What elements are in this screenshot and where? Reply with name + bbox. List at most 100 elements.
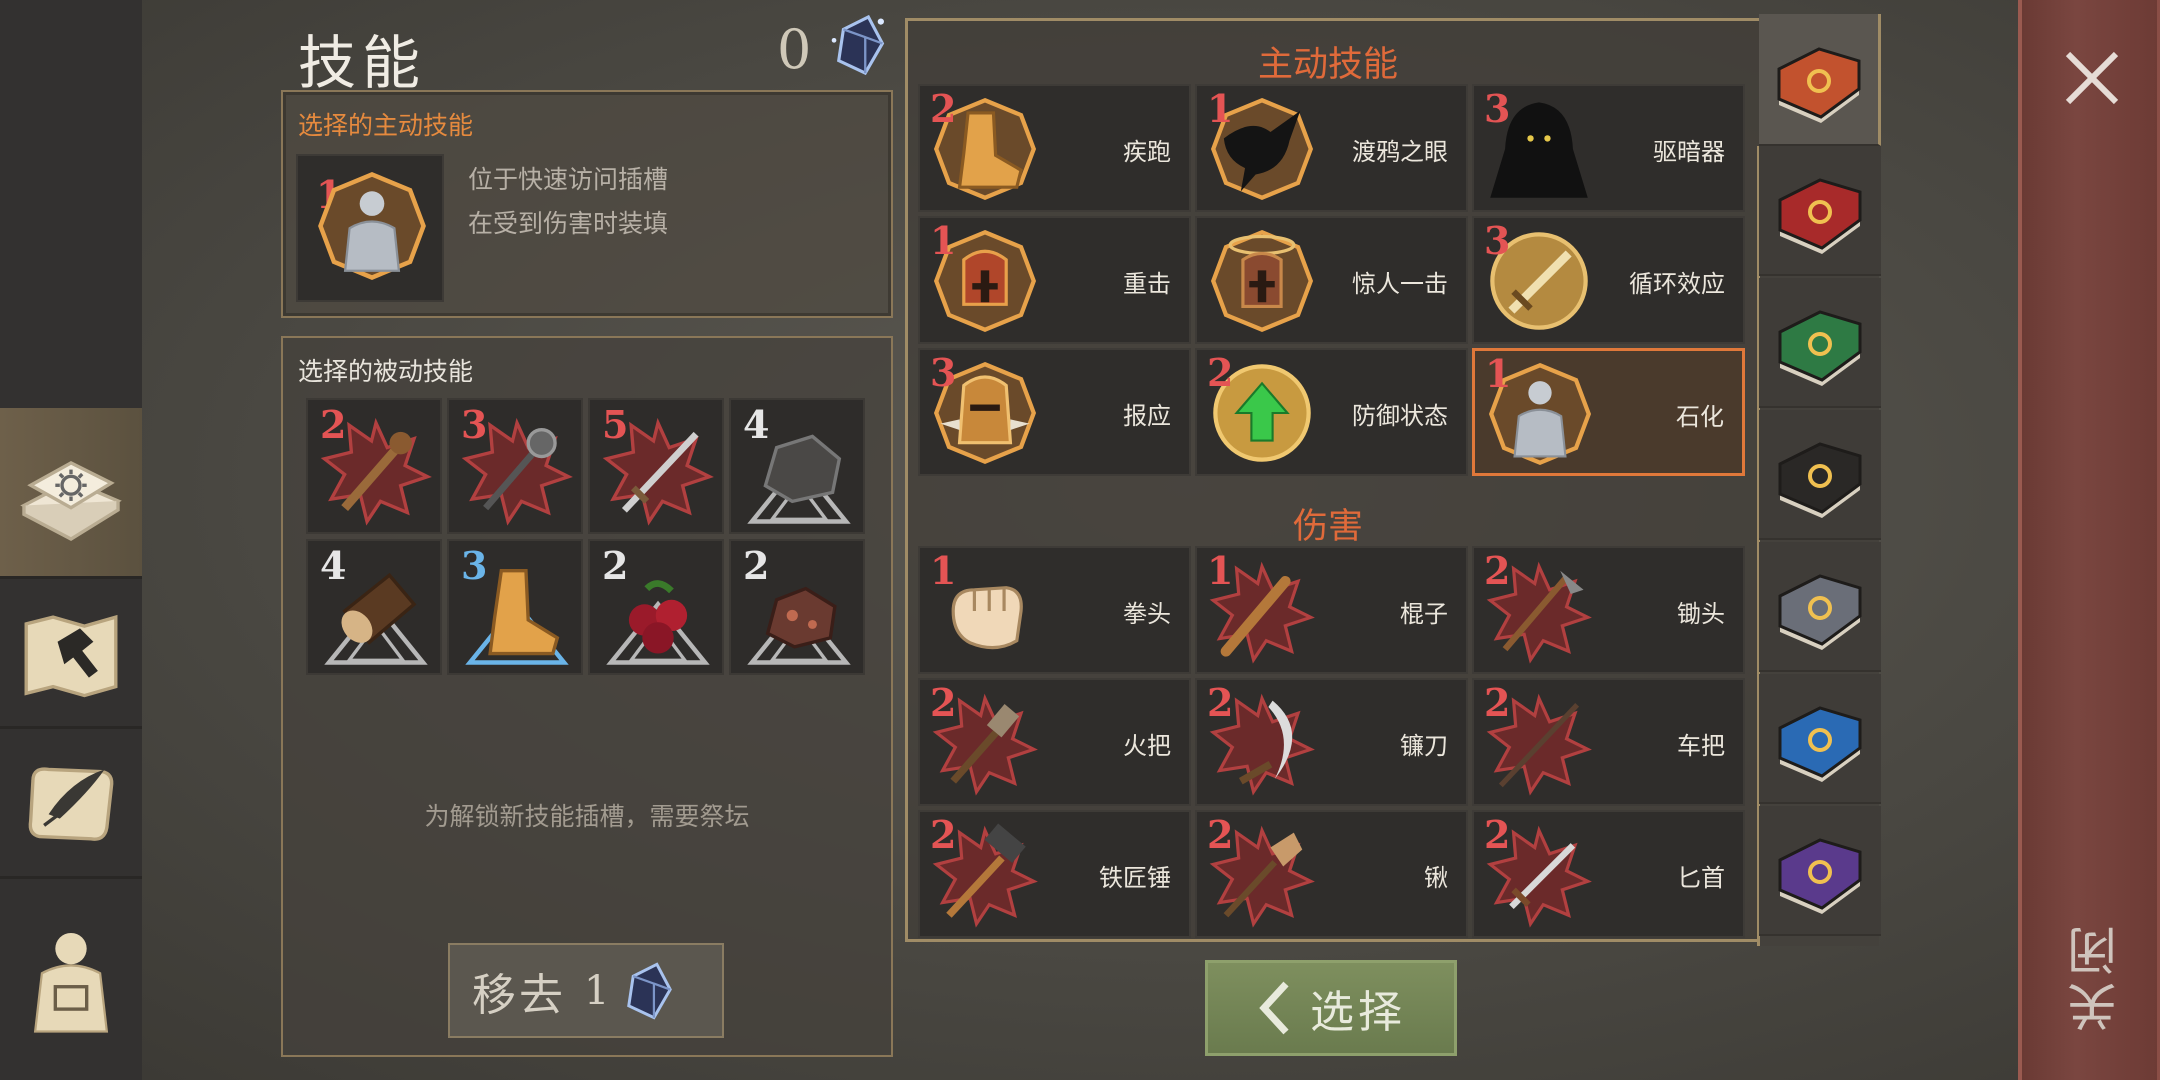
quests-tab[interactable] bbox=[0, 726, 142, 876]
skill-level: 2 bbox=[1207, 812, 1234, 857]
skill-level: 3 bbox=[461, 402, 488, 447]
passive-skill-slot[interactable]: 3 bbox=[447, 539, 583, 675]
skill-card[interactable]: 1 拳头 bbox=[918, 546, 1191, 674]
skill-card[interactable]: 3 报应 bbox=[918, 348, 1191, 476]
skill-level: 1 bbox=[1207, 548, 1234, 593]
skill-level: 2 bbox=[930, 86, 957, 131]
chevron-left-icon bbox=[1259, 981, 1289, 1035]
skill-card[interactable]: 2 锄头 bbox=[1472, 546, 1745, 674]
skill-card[interactable]: 2 疾跑 bbox=[918, 84, 1191, 212]
skill-level: 3 bbox=[930, 350, 957, 395]
skill-name: 防御状态 bbox=[1352, 402, 1448, 430]
helmet-halo-icon bbox=[1210, 229, 1314, 333]
skill-card[interactable]: 2锹 bbox=[1195, 810, 1468, 938]
skill-book-tab[interactable] bbox=[1759, 278, 1881, 408]
skill-card[interactable]: 2 防御状态 bbox=[1195, 348, 1468, 476]
skill-level: 2 bbox=[1484, 680, 1511, 725]
skill-card[interactable]: 2 镰刀 bbox=[1195, 678, 1468, 806]
skill-card[interactable]: 1 渡鸦之眼 bbox=[1195, 84, 1468, 212]
skill-level: 1 bbox=[1485, 351, 1512, 396]
skill-level: 2 bbox=[930, 680, 957, 725]
mask-book-black-icon bbox=[1778, 442, 1862, 518]
close-label[interactable]: 关闭 bbox=[2060, 920, 2125, 1032]
damage-skills-grid: 1 拳头 1 棍子 2 锄头 2 火把 2 镰刀 2 车把 2 铁匠锤 2 锹 2 匕首 bbox=[918, 546, 1745, 938]
skill-card[interactable]: 1 重击 bbox=[918, 216, 1191, 344]
remove-cost: 1 bbox=[584, 967, 610, 1014]
left-tab-spacer bbox=[0, 0, 142, 408]
skill-card[interactable]: 2 铁匠锤 bbox=[918, 810, 1191, 938]
close-icon[interactable] bbox=[2054, 40, 2130, 116]
scroll-quill-icon bbox=[28, 766, 114, 841]
skill-book-tab[interactable] bbox=[1759, 146, 1881, 276]
petrify-stone-figure-icon bbox=[318, 172, 426, 280]
skill-level: 4 bbox=[743, 402, 770, 447]
skill-level: 2 bbox=[743, 543, 770, 588]
skill-card[interactable]: 2 匕首 bbox=[1472, 810, 1745, 938]
sun-book-orange-icon bbox=[1777, 47, 1860, 123]
skill-name: 拳头 bbox=[1123, 600, 1171, 628]
skill-card[interactable]: 2 车把 bbox=[1472, 678, 1745, 806]
active-skills-title: 主动技能 bbox=[1257, 45, 1398, 85]
hammer-map-icon bbox=[24, 614, 118, 697]
passive-skill-slot[interactable]: 5 bbox=[588, 398, 724, 534]
skill-card[interactable]: 2 火把 bbox=[918, 678, 1191, 806]
selected-active-label: 选择的主动技能 bbox=[298, 111, 474, 140]
skill-level: 2 bbox=[602, 543, 629, 588]
skill-level: 1 bbox=[930, 548, 957, 593]
skill-card[interactable]: 1 石化 bbox=[1472, 348, 1745, 476]
passive-skill-slot[interactable]: 4 bbox=[306, 539, 442, 675]
skill-level: 2 bbox=[1484, 548, 1511, 593]
skill-name: 循环效应 bbox=[1629, 270, 1725, 298]
shield-book-blue-icon bbox=[1778, 706, 1862, 782]
cross-book-green-icon bbox=[1778, 310, 1862, 386]
close-column[interactable] bbox=[2018, 0, 2160, 1080]
page-title: 技能 bbox=[298, 29, 427, 97]
active-skill-slot[interactable]: 1 bbox=[296, 154, 444, 302]
skill-name: 棍子 bbox=[1400, 600, 1448, 628]
skill-book-tab[interactable] bbox=[1759, 14, 1881, 146]
active-desc-line2: 在受到伤害时装填 bbox=[468, 209, 669, 238]
damage-title: 伤害 bbox=[1292, 507, 1363, 547]
equipment-tab[interactable] bbox=[0, 876, 142, 1080]
skill-name: 渡鸦之眼 bbox=[1352, 138, 1448, 166]
skill-name: 铁匠锤 bbox=[1099, 864, 1171, 892]
skill-name: 驱暗器 bbox=[1653, 138, 1725, 166]
skill-name: 重击 bbox=[1123, 270, 1171, 298]
select-button[interactable]: 选择 bbox=[1205, 960, 1457, 1056]
passive-skill-slot[interactable]: 2 bbox=[306, 398, 442, 534]
skill-book-tab[interactable] bbox=[1759, 410, 1881, 540]
crafting-tab[interactable] bbox=[0, 576, 142, 726]
skill-name: 石化 bbox=[1676, 403, 1724, 431]
skills-book-tab[interactable] bbox=[0, 408, 142, 576]
skill-level: 3 bbox=[1484, 218, 1511, 263]
skill-card[interactable]: 惊人一击 bbox=[1195, 216, 1468, 344]
passive-skill-slot[interactable]: 2 bbox=[588, 539, 724, 675]
dagger-book-red-icon bbox=[1778, 178, 1862, 254]
skill-level: 1 bbox=[1207, 86, 1234, 131]
skill-name: 锄头 bbox=[1677, 600, 1725, 628]
left-tab-bar bbox=[0, 0, 142, 1080]
skill-card[interactable]: 1 棍子 bbox=[1195, 546, 1468, 674]
skill-level: 3 bbox=[1484, 86, 1511, 131]
skill-level: 1 bbox=[930, 218, 957, 263]
crystal-gem-icon bbox=[627, 961, 673, 1020]
sun-book-icon bbox=[20, 460, 122, 541]
select-label: 选择 bbox=[1310, 987, 1406, 1038]
skill-level: 2 bbox=[320, 402, 347, 447]
skill-card[interactable]: 3 驱暗器 bbox=[1472, 84, 1745, 212]
passive-skill-slot[interactable]: 4 bbox=[729, 398, 865, 534]
remove-button[interactable]: 移去 1 bbox=[448, 943, 724, 1038]
passive-skill-slot[interactable]: 3 bbox=[447, 398, 583, 534]
skill-name: 报应 bbox=[1123, 402, 1171, 430]
skill-level: 2 bbox=[1207, 350, 1234, 395]
skill-book-tab[interactable] bbox=[1759, 806, 1881, 936]
skill-book-tab[interactable] bbox=[1759, 674, 1881, 804]
skill-book-tab[interactable] bbox=[1759, 542, 1881, 672]
selected-passive-label: 选择的被动技能 bbox=[298, 357, 474, 386]
skill-name: 火把 bbox=[1123, 732, 1171, 760]
skill-level: 2 bbox=[1484, 812, 1511, 857]
skill-level: 5 bbox=[602, 402, 629, 447]
skill-card[interactable]: 3 循环效应 bbox=[1472, 216, 1745, 344]
passive-skill-slot[interactable]: 2 bbox=[729, 539, 865, 675]
skill-level: 2 bbox=[1207, 680, 1234, 725]
